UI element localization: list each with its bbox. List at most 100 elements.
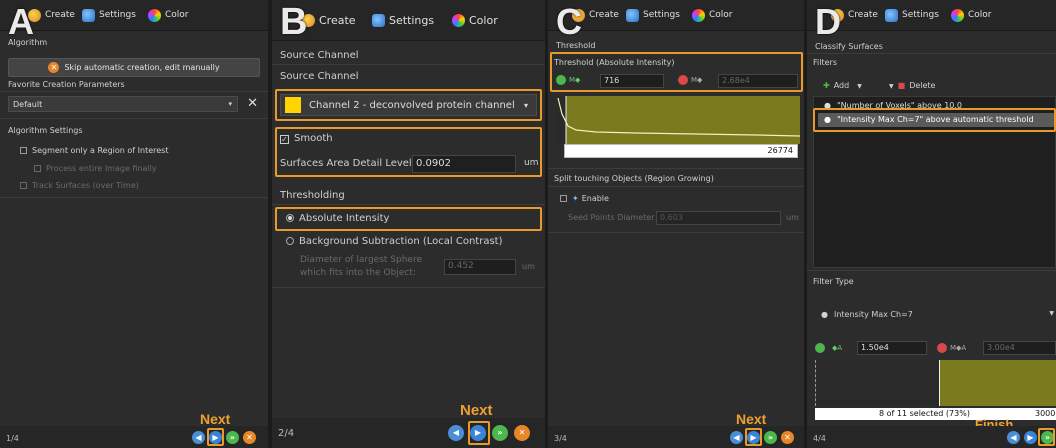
tab-color[interactable]: Color xyxy=(452,0,498,40)
cancel-button[interactable]: ✕ xyxy=(514,425,530,441)
add-filter-button[interactable]: ✚ Add ▼ xyxy=(823,81,862,90)
low-threshold-controls: M◆ xyxy=(556,75,580,85)
filter-item[interactable]: ● "Number of Voxels" above 10.0 xyxy=(824,101,962,110)
tab-create[interactable]: Create xyxy=(28,0,75,30)
panel-letter: B xyxy=(280,1,308,43)
tab-color[interactable]: Color xyxy=(148,0,189,30)
low-threshold-ball-icon[interactable] xyxy=(556,75,566,85)
auto-icon[interactable]: ◆A xyxy=(832,344,842,352)
divider xyxy=(272,287,545,288)
finish-button[interactable]: » xyxy=(764,431,777,444)
divider xyxy=(807,270,1056,271)
divider xyxy=(0,197,268,198)
sphere-diameter-label-line2: which fits into the Object: xyxy=(300,268,416,278)
detail-level-input[interactable]: 0.0902 xyxy=(412,155,516,173)
histogram-selected-region xyxy=(939,360,1056,406)
roi-checkbox[interactable]: Segment only a Region of Interest xyxy=(20,146,168,155)
finish-button[interactable]: » xyxy=(492,425,508,441)
tab-create[interactable]: Create xyxy=(302,0,356,40)
auto-icon[interactable]: M◆ xyxy=(691,76,702,84)
divider xyxy=(272,64,545,65)
low-threshold-ball-icon[interactable] xyxy=(815,343,825,353)
panel-d: Create Settings Color D Classify Surface… xyxy=(807,0,1056,448)
source-channel-select[interactable]: Channel 2 - deconvolved protein channel … xyxy=(280,94,537,116)
filter-histogram[interactable] xyxy=(815,360,1056,406)
process-entire-checkbox[interactable]: Process entire Image finally xyxy=(34,164,157,173)
back-button[interactable]: ◀ xyxy=(1007,431,1020,444)
settings-icon xyxy=(372,13,385,27)
smooth-checkbox[interactable]: ✓ Smooth xyxy=(280,133,333,144)
panel-c: Create Settings Color C Threshold Thresh… xyxy=(548,0,804,448)
absolute-intensity-radio[interactable]: Absolute Intensity xyxy=(286,213,389,224)
cancel-button[interactable]: ✕ xyxy=(781,431,794,444)
chevron-down-icon: ▼ xyxy=(889,83,894,90)
color-icon xyxy=(148,8,161,22)
tab-settings[interactable]: Settings xyxy=(82,0,136,30)
finish-button[interactable]: » xyxy=(226,431,239,444)
next-button[interactable]: ▶ xyxy=(1024,431,1037,444)
divider xyxy=(548,232,804,233)
filter-type-select[interactable]: ● Intensity Max Ch=7 xyxy=(821,310,913,319)
filter-bullet-icon: ● xyxy=(824,115,831,124)
skip-automatic-creation-button[interactable]: ✕ Skip automatic creation, edit manually xyxy=(8,58,260,77)
checkbox-icon xyxy=(20,182,27,189)
track-surfaces-checkbox[interactable]: Track Surfaces (over Time) xyxy=(20,181,139,190)
filter-item-selected[interactable]: ● "Intensity Max Ch=7" above automatic th… xyxy=(824,115,1034,124)
chevron-down-icon: ▼ xyxy=(857,83,862,90)
finish-button[interactable]: » xyxy=(1041,431,1054,444)
back-button[interactable]: ◀ xyxy=(730,431,743,444)
back-button[interactable]: ◀ xyxy=(448,425,464,441)
auto-icon[interactable]: M◆A xyxy=(950,344,966,352)
low-threshold-input[interactable]: 716 xyxy=(600,74,664,88)
footer: 3/4 ◀ ▶ » ✕ xyxy=(548,426,804,448)
tab-settings[interactable]: Settings xyxy=(885,0,939,30)
tab-settings[interactable]: Settings xyxy=(372,0,434,40)
high-threshold-ball-icon[interactable] xyxy=(678,75,688,85)
high-threshold-controls: M◆ xyxy=(678,75,702,85)
checkbox-icon xyxy=(560,195,567,202)
chevron-down-icon: ▾ xyxy=(523,100,528,110)
seed-diameter-input[interactable]: 0.603 xyxy=(656,211,781,225)
next-button[interactable]: ▶ xyxy=(470,425,486,441)
tab-settings[interactable]: Settings xyxy=(626,0,680,30)
selection-summary: 8 of 11 selected (73%) 30000 xyxy=(815,408,1056,420)
tab-color[interactable]: Color xyxy=(951,0,992,30)
tab-bar: Create Settings Color xyxy=(0,0,268,31)
divider xyxy=(548,168,804,169)
enable-checkbox[interactable]: ✦ Enable xyxy=(560,194,609,203)
sphere-diameter-input[interactable]: 0.452 xyxy=(444,259,516,275)
radio-selected-icon xyxy=(286,214,294,222)
tools-icon[interactable]: ✕ xyxy=(247,96,258,111)
high-threshold-ball-icon[interactable] xyxy=(937,343,947,353)
next-button[interactable]: ▶ xyxy=(747,431,760,444)
chevron-down-icon[interactable]: ▼ xyxy=(1049,310,1054,317)
checkbox-icon xyxy=(20,147,27,154)
background-subtraction-radio[interactable]: Background Subtraction (Local Contrast) xyxy=(286,236,503,247)
next-button[interactable]: ▶ xyxy=(209,431,222,444)
tab-color[interactable]: Color xyxy=(692,0,733,30)
tab-bar: Create Settings Color xyxy=(548,0,804,31)
section-heading: Classify Surfaces xyxy=(815,42,883,51)
cancel-button[interactable]: ✕ xyxy=(243,431,256,444)
histogram-axis xyxy=(815,360,819,406)
high-threshold-input[interactable]: 3.00e4 xyxy=(983,341,1056,355)
section-heading: Source Channel xyxy=(280,50,359,61)
page-number: 3/4 xyxy=(554,434,567,443)
high-threshold-input[interactable]: 2.68e4 xyxy=(718,74,798,88)
filters-label: Filters xyxy=(813,58,837,67)
footer: 1/4 ◀ ▶ » ✕ xyxy=(0,426,268,448)
threshold-histogram[interactable] xyxy=(556,96,800,144)
back-button[interactable]: ◀ xyxy=(192,431,205,444)
low-threshold-input[interactable]: 1.50e4 xyxy=(857,341,927,355)
color-icon xyxy=(692,8,705,22)
auto-icon[interactable]: M◆ xyxy=(569,76,580,84)
detail-level-unit: um xyxy=(524,158,539,168)
divider xyxy=(807,53,1056,54)
seed-diameter-label: Seed Points Diameter xyxy=(568,213,655,222)
favorite-params-select[interactable]: Default ▾ xyxy=(8,96,238,112)
panel-b: Create Settings Color B Source Channel S… xyxy=(272,0,545,448)
delete-filter-button[interactable]: ▼ ■ Delete xyxy=(889,81,935,90)
algorithm-settings-label: Algorithm Settings xyxy=(8,126,83,135)
color-icon xyxy=(452,13,465,27)
nav-buttons: ◀ ▶ » ✕ xyxy=(1007,431,1056,444)
